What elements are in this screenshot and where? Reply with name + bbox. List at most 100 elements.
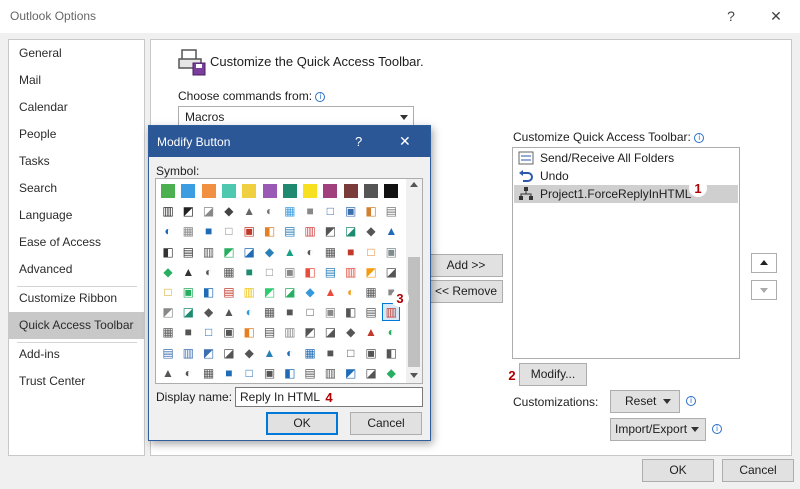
symbol-option[interactable]: ▦ — [221, 264, 237, 280]
symbol-option[interactable]: ▦ — [322, 244, 338, 260]
import-export-dropdown[interactable]: Import/Export — [610, 418, 706, 441]
symbol-option[interactable]: ▦ — [201, 365, 217, 381]
symbol-option[interactable] — [282, 184, 297, 198]
symbol-option[interactable]: ◪ — [363, 365, 379, 381]
symbol-option[interactable]: ◐ — [180, 365, 196, 381]
symbol-option[interactable]: ◧ — [302, 264, 318, 280]
symbol-option[interactable]: ▦ — [262, 304, 278, 320]
nav-item-general[interactable]: General — [9, 40, 144, 67]
symbol-option[interactable]: ◐ — [201, 264, 217, 280]
symbol-option[interactable]: ▤ — [221, 284, 237, 300]
symbol-option[interactable]: ▤ — [363, 304, 379, 320]
symbol-option[interactable]: □ — [262, 264, 278, 280]
nav-item-trust-center[interactable]: Trust Center — [9, 368, 144, 395]
symbol-grid[interactable]: ▥ ◩ ◪ ◆ ▲ ◐ ▦ ■ □ ▣ ◧ ▤ ◐ ▦ ■ □ ▣ ◧ ▤ ▥ ◩ ◪ ◆ ▲ ◧ ▤ ▥ ◩ ◪ ◆ ▲ ◐ ▦ ■ □ ▣ ◆ ▲ ◐ ▦… — [155, 178, 423, 384]
nav-item-language[interactable]: Language — [9, 202, 144, 229]
symbol-option[interactable] — [364, 184, 378, 198]
symbol-option[interactable]: ▥ — [343, 264, 359, 280]
symbol-option[interactable]: ◐ — [160, 223, 176, 239]
symbol-option[interactable]: ◩ — [363, 264, 379, 280]
symbol-option[interactable]: ▲ — [160, 365, 176, 381]
symbol-option[interactable] — [221, 184, 236, 198]
symbol-option[interactable]: ▤ — [322, 264, 338, 280]
symbol-option[interactable]: ▲ — [363, 324, 379, 340]
symbol-option[interactable]: ▲ — [262, 345, 278, 361]
symbol-option[interactable]: ▣ — [363, 345, 379, 361]
symbol-option[interactable] — [242, 184, 257, 198]
symbol-option[interactable]: ▣ — [343, 203, 359, 219]
cancel-button[interactable]: Cancel — [722, 459, 794, 482]
symbol-option[interactable]: ▥ — [160, 203, 176, 219]
symbol-option[interactable]: ◐ — [262, 203, 278, 219]
add-button[interactable]: Add >> — [429, 254, 503, 277]
symbol-option[interactable]: ▤ — [180, 244, 196, 260]
symbol-option[interactable] — [161, 184, 175, 198]
symbol-option[interactable]: ◩ — [343, 365, 359, 381]
symbol-option[interactable]: ◆ — [221, 203, 237, 219]
nav-item-people[interactable]: People — [9, 121, 144, 148]
symbol-option[interactable]: ▲ — [322, 284, 338, 300]
scroll-up-icon[interactable] — [410, 182, 418, 187]
symbol-option[interactable]: ◐ — [282, 345, 298, 361]
symbol-option[interactable]: ▲ — [180, 264, 196, 280]
symbol-option[interactable]: ▥ — [302, 223, 318, 239]
symbol-option[interactable]: ▣ — [221, 324, 237, 340]
symbol-option[interactable]: ▤ — [262, 324, 278, 340]
list-item[interactable]: Send/Receive All Folders — [514, 149, 738, 167]
symbol-option[interactable]: □ — [221, 223, 237, 239]
symbol-option[interactable] — [323, 184, 338, 198]
move-down-button[interactable] — [751, 280, 777, 300]
symbol-option[interactable]: ◪ — [343, 223, 359, 239]
symbol-option[interactable]: ◧ — [363, 203, 379, 219]
symbol-option[interactable]: ■ — [302, 203, 318, 219]
symbol-option[interactable]: ▥ — [241, 284, 257, 300]
symbol-option[interactable]: ◪ — [201, 203, 217, 219]
symbol-option[interactable]: ◩ — [302, 324, 318, 340]
symbol-option[interactable]: ◆ — [363, 223, 379, 239]
symbol-option[interactable]: ◐ — [241, 304, 257, 320]
help-button[interactable]: ? — [720, 5, 742, 27]
nav-item-ease-of-access[interactable]: Ease of Access — [9, 229, 144, 256]
symbol-option[interactable]: ◧ — [262, 223, 278, 239]
symbol-option[interactable]: ▦ — [282, 203, 298, 219]
symbol-option[interactable]: ◩ — [180, 203, 196, 219]
symbol-option[interactable]: ▲ — [221, 304, 237, 320]
symbol-option[interactable]: ◩ — [201, 345, 217, 361]
symbol-option[interactable]: ▣ — [322, 304, 338, 320]
symbol-option[interactable] — [343, 184, 358, 198]
symbol-option[interactable]: ▥ — [201, 244, 217, 260]
remove-button[interactable]: << Remove — [429, 280, 503, 303]
nav-item-advanced[interactable]: Advanced — [9, 256, 144, 283]
symbol-option[interactable]: ◆ — [302, 284, 318, 300]
symbol-option[interactable]: ■ — [282, 304, 298, 320]
symbol-option[interactable]: □ — [160, 284, 176, 300]
symbol-option[interactable]: ◧ — [282, 365, 298, 381]
nav-item-add-ins[interactable]: Add-ins — [9, 341, 144, 368]
move-up-button[interactable] — [751, 253, 777, 273]
symbol-option[interactable]: ▣ — [241, 223, 257, 239]
symbol-option[interactable]: ▣ — [180, 284, 196, 300]
symbol-option[interactable]: □ — [201, 324, 217, 340]
dialog-close-button[interactable]: ✕ — [399, 133, 411, 150]
symbol-option[interactable]: ▦ — [302, 345, 318, 361]
symbol-option[interactable]: ▥ — [180, 345, 196, 361]
symbol-option[interactable]: ◪ — [322, 324, 338, 340]
symbol-option[interactable]: ◪ — [221, 345, 237, 361]
symbol-option[interactable]: ◆ — [241, 345, 257, 361]
modify-button[interactable]: Modify... — [519, 363, 587, 386]
qat-command-list[interactable]: Send/Receive All Folders Undo Project1.F… — [512, 147, 740, 359]
symbol-option[interactable]: ◆ — [343, 324, 359, 340]
symbol-option[interactable]: ▦ — [363, 284, 379, 300]
symbol-option[interactable]: ▲ — [282, 244, 298, 260]
nav-item-calendar[interactable]: Calendar — [9, 94, 144, 121]
symbol-option[interactable]: ▤ — [282, 223, 298, 239]
symbol-option[interactable]: □ — [241, 365, 257, 381]
symbol-option[interactable]: ◐ — [383, 324, 399, 340]
symbol-option[interactable]: □ — [302, 304, 318, 320]
symbol-option[interactable]: ■ — [180, 324, 196, 340]
symbol-option[interactable]: ▲ — [241, 203, 257, 219]
dialog-help-button[interactable]: ? — [355, 134, 362, 149]
symbol-option[interactable]: ◧ — [201, 284, 217, 300]
symbol-option[interactable]: ◐ — [302, 244, 318, 260]
symbol-option[interactable]: ■ — [322, 345, 338, 361]
